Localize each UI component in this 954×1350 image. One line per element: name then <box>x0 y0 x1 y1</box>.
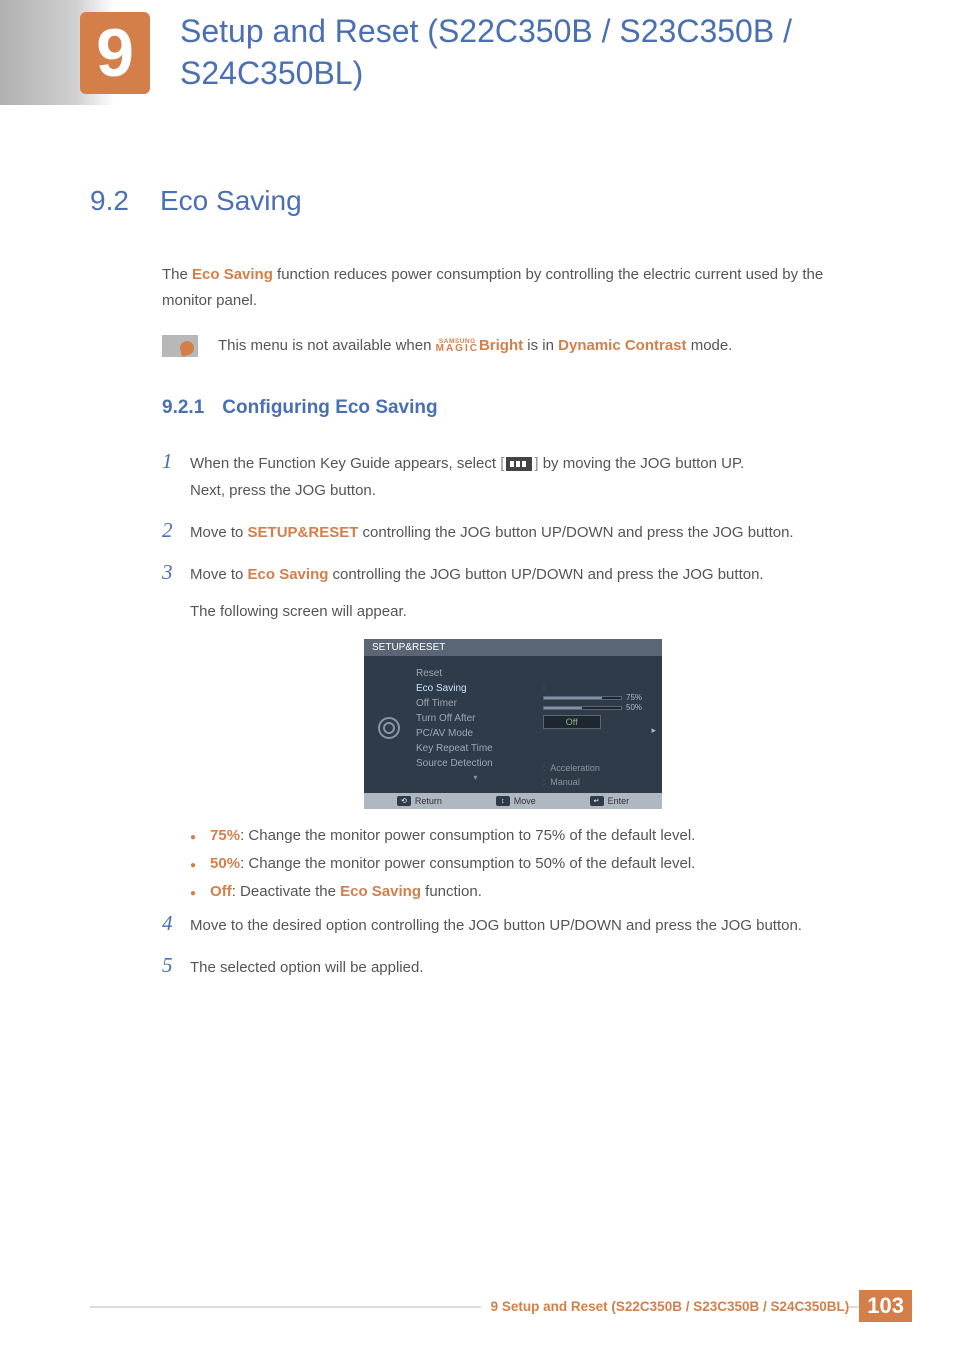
bullet-off: ● Off: Deactivate the Eco Saving functio… <box>190 883 864 901</box>
osd-body: Reset Eco Saving Off Timer Turn Off Afte… <box>364 656 662 793</box>
chevron-right-icon: ▸ <box>651 725 656 736</box>
step-number: 1 <box>162 449 190 474</box>
text: is in <box>523 337 558 354</box>
enter-key-icon: ↵ <box>590 796 604 806</box>
bullet-50: ● 50%: Change the monitor power consumpt… <box>190 855 864 873</box>
osd-item-pcav-mode: PC/AV Mode <box>412 726 539 741</box>
step-number: 5 <box>162 953 190 978</box>
step-1: 1 When the Function Key Guide appears, s… <box>162 449 864 505</box>
bullet-75: ● 75%: Change the monitor power consumpt… <box>190 827 864 845</box>
options-bullet-list: ● 75%: Change the monitor power consumpt… <box>190 827 864 901</box>
osd-item-source-detection: Source Detection <box>412 756 539 771</box>
keyword-75: 75% <box>210 827 240 844</box>
text: : Deactivate the <box>232 883 340 900</box>
keyword-dynamic-contrast: Dynamic Contrast <box>558 337 686 354</box>
page-header: 9 Setup and Reset (S22C350B / S23C350B /… <box>0 0 954 105</box>
step-number: 2 <box>162 518 190 543</box>
osd-footer-move: ↕Move <box>496 796 536 806</box>
bullet-dot-icon: ● <box>190 858 196 873</box>
osd-footer-return: ⟲Return <box>397 796 442 806</box>
gear-icon <box>378 717 400 739</box>
bracket-right: ] <box>534 450 538 477</box>
section-title: Eco Saving <box>160 185 302 217</box>
page-footer: 9 Setup and Reset (S22C350B / S23C350B /… <box>0 1288 954 1324</box>
osd-item-eco-saving: Eco Saving <box>412 681 539 696</box>
text: : Change the monitor power consumption t… <box>240 855 695 872</box>
osd-title: SETUP&RESET <box>364 639 662 656</box>
step-number: 3 <box>162 560 190 585</box>
note-callout: This menu is not available when SAMSUNGM… <box>162 333 864 359</box>
osd-menu-list: Reset Eco Saving Off Timer Turn Off Afte… <box>412 666 539 789</box>
osd-val-source-detection: : Manual <box>539 775 654 789</box>
keyword-50: 50% <box>210 855 240 872</box>
content-area: 9.2 Eco Saving The Eco Saving function r… <box>0 105 954 981</box>
text: The <box>162 266 192 283</box>
text: controlling the JOG button UP/DOWN and p… <box>358 524 793 541</box>
subsection-title: Configuring Eco Saving <box>222 397 437 418</box>
note-icon <box>162 335 198 357</box>
text: Move to <box>190 524 248 541</box>
intro-paragraph: The Eco Saving function reduces power co… <box>162 262 864 313</box>
bullet-dot-icon: ● <box>190 886 196 901</box>
keyword-eco-saving: Eco Saving <box>248 566 329 583</box>
move-key-icon: ↕ <box>496 796 510 806</box>
keyword-off: Off <box>210 883 232 900</box>
bar-label-75: 75% <box>626 693 650 702</box>
text: Next, press the JOG button. <box>190 482 376 499</box>
chapter-title: Setup and Reset (S22C350B / S23C350B / S… <box>180 11 954 94</box>
text: function. <box>421 883 482 900</box>
step-text: Move to Eco Saving controlling the JOG b… <box>190 561 764 625</box>
section-heading: 9.2 Eco Saving <box>90 185 864 217</box>
text: mode. <box>687 337 733 354</box>
keyword-bright: Bright <box>479 337 523 354</box>
osd-item-reset: Reset <box>412 666 539 681</box>
osd-footer-enter: ↵Enter <box>590 796 630 806</box>
keyword-eco-saving: Eco Saving <box>340 883 421 900</box>
osd-screenshot: SETUP&RESET Reset Eco Saving Off Timer T… <box>364 639 662 809</box>
text: Move to <box>190 566 248 583</box>
osd-item-turn-off-after: Turn Off After <box>412 711 539 726</box>
chevron-down-icon: ▾ <box>412 773 539 782</box>
samsung-magic-logo: SAMSUNGMAGIC <box>436 340 479 352</box>
bar-label-50: 50% <box>626 703 650 712</box>
osd-values: : 75% 50% Off : Acceleration : Manual <box>539 666 654 789</box>
osd-item-key-repeat-time: Key Repeat Time <box>412 741 539 756</box>
note-text: This menu is not available when SAMSUNGM… <box>218 333 732 359</box>
step-2: 2 Move to SETUP&RESET controlling the JO… <box>162 518 864 546</box>
bracket-left: [ <box>500 450 504 477</box>
footer-chapter-label: 9 Setup and Reset (S22C350B / S23C350B /… <box>481 1299 850 1314</box>
keyword-eco-saving: Eco Saving <box>192 266 273 283</box>
osd-footer: ⟲Return ↕Move ↵Enter <box>364 793 662 809</box>
osd-category-icon-panel <box>372 666 406 789</box>
text: When the Function Key Guide appears, sel… <box>190 455 500 472</box>
step-4: 4 Move to the desired option controlling… <box>162 911 864 939</box>
subsection-heading: 9.2.1 Configuring Eco Saving <box>162 397 864 419</box>
osd-off-value: Off <box>543 715 601 729</box>
keyword-setup-reset: SETUP&RESET <box>248 524 359 541</box>
text: This menu is not available when <box>218 337 436 354</box>
subsection-number: 9.2.1 <box>162 397 217 419</box>
page-number: 103 <box>859 1290 912 1322</box>
menu-key-icon: [ ] <box>500 450 538 477</box>
osd-eco-bars: : 75% 50% Off <box>539 680 654 733</box>
text: by moving the JOG button UP. <box>543 455 745 472</box>
logo-bottom: MAGIC <box>436 345 479 352</box>
return-key-icon: ⟲ <box>397 796 411 806</box>
chapter-number-badge: 9 <box>80 12 150 94</box>
text: : Change the monitor power consumption t… <box>240 827 695 844</box>
step-3: 3 Move to Eco Saving controlling the JOG… <box>162 560 864 625</box>
text: The following screen will appear. <box>190 598 407 625</box>
step-text: Move to SETUP&RESET controlling the JOG … <box>190 519 794 546</box>
step-text: The selected option will be applied. <box>190 954 423 981</box>
bullet-dot-icon: ● <box>190 830 196 845</box>
section-number: 9.2 <box>90 185 160 217</box>
osd-item-off-timer: Off Timer <box>412 696 539 711</box>
menu-icon <box>506 457 532 471</box>
text: controlling the JOG button UP/DOWN and p… <box>328 566 763 583</box>
step-5: 5 The selected option will be applied. <box>162 953 864 981</box>
step-text: When the Function Key Guide appears, sel… <box>190 450 744 505</box>
osd-val-key-repeat: : Acceleration <box>539 761 654 775</box>
step-number: 4 <box>162 911 190 936</box>
step-text: Move to the desired option controlling t… <box>190 912 802 939</box>
